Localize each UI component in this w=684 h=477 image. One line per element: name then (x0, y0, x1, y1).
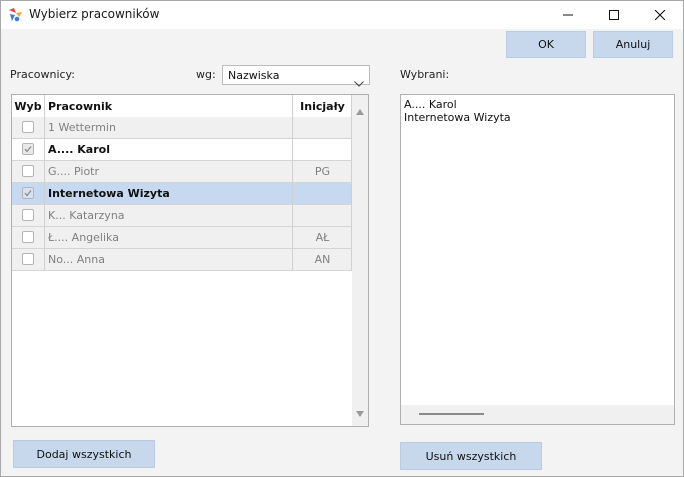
chevron-down-icon (354, 72, 364, 91)
app-logo-icon (7, 7, 23, 23)
employees-label: Pracownicy: (10, 68, 75, 81)
scroll-up-arrow-icon[interactable] (356, 100, 364, 119)
select-checkbox[interactable] (22, 165, 34, 177)
ok-button[interactable]: OK (506, 31, 586, 58)
select-checkbox[interactable] (22, 187, 34, 199)
maximize-icon (609, 10, 619, 20)
column-header-select[interactable]: Wyb (12, 95, 44, 117)
table-row[interactable]: 1 Wettermin (12, 117, 352, 139)
select-checkbox[interactable] (22, 143, 34, 155)
column-header-employee[interactable]: Pracownik (48, 95, 288, 117)
employee-initials (293, 205, 352, 226)
select-cell (12, 249, 44, 270)
minimize-button[interactable] (545, 1, 591, 29)
select-cell (12, 139, 44, 160)
title-bar: Wybierz pracowników (1, 1, 683, 29)
minimize-icon (563, 10, 573, 20)
employee-name: Ł.... Angelika (48, 231, 119, 244)
employee-initials (293, 117, 352, 138)
table-row[interactable]: G.... Piotr PG (12, 161, 352, 183)
table-row[interactable]: A.... Karol (12, 139, 352, 161)
employee-initials: PG (314, 165, 331, 178)
grid-vertical-scrollbar[interactable] (352, 95, 368, 426)
dialog-window: Wybierz pracowników OK Anuluj Pracownicy… (0, 0, 684, 477)
table-row[interactable]: Internetowa Wizyta (12, 183, 352, 205)
select-checkbox[interactable] (22, 121, 34, 133)
list-item[interactable]: A.... Karol (404, 98, 457, 111)
select-cell (12, 227, 44, 248)
select-checkbox[interactable] (22, 253, 34, 265)
window-title: Wybierz pracowników (29, 7, 160, 21)
close-button[interactable] (637, 1, 683, 29)
employee-name: Internetowa Wizyta (48, 187, 170, 200)
employee-name: A.... Karol (48, 143, 110, 156)
remove-all-button[interactable]: Usuń wszystkich (400, 442, 542, 470)
list-horizontal-scrollbar[interactable] (401, 405, 674, 424)
selected-label: Wybrani: (400, 68, 450, 81)
grid-header: Wyb Pracownik Inicjały (12, 95, 352, 118)
scroll-down-arrow-icon[interactable] (356, 402, 364, 421)
column-header-initials[interactable]: Inicjały (293, 95, 352, 117)
select-checkbox[interactable] (22, 231, 34, 243)
sort-by-value: Nazwiska (228, 69, 280, 82)
employee-name: G.... Piotr (48, 165, 100, 178)
table-row[interactable]: No... Anna AN (12, 249, 352, 271)
scrollbar-thumb[interactable] (419, 413, 484, 415)
employee-initials: AŁ (315, 231, 330, 244)
select-checkbox[interactable] (22, 209, 34, 221)
employee-name: 1 Wettermin (48, 121, 116, 134)
employee-initials: AN (314, 253, 331, 266)
list-item[interactable]: Internetowa Wizyta (404, 111, 511, 124)
sort-by-select[interactable]: Nazwiska (222, 65, 370, 87)
table-row[interactable]: Ł.... Angelika AŁ (12, 227, 352, 249)
employee-initials (293, 183, 352, 204)
maximize-button[interactable] (591, 1, 637, 29)
select-cell (12, 117, 44, 138)
sort-by-label: wg: (196, 68, 216, 81)
select-cell (12, 205, 44, 226)
employees-grid: Wyb Pracownik Inicjały 1 Wettermin A.... … (11, 94, 369, 427)
employee-initials (293, 139, 352, 160)
table-row[interactable]: K... Katarzyna (12, 205, 352, 227)
employee-name: K... Katarzyna (48, 209, 125, 222)
add-all-button[interactable]: Dodaj wszystkich (13, 440, 155, 468)
selected-employees-list[interactable]: A.... Karol Internetowa Wizyta (400, 94, 675, 425)
select-cell (12, 161, 44, 182)
cancel-button[interactable]: Anuluj (593, 31, 673, 58)
close-icon (655, 10, 665, 20)
employee-name: No... Anna (48, 253, 105, 266)
select-cell (12, 183, 44, 204)
